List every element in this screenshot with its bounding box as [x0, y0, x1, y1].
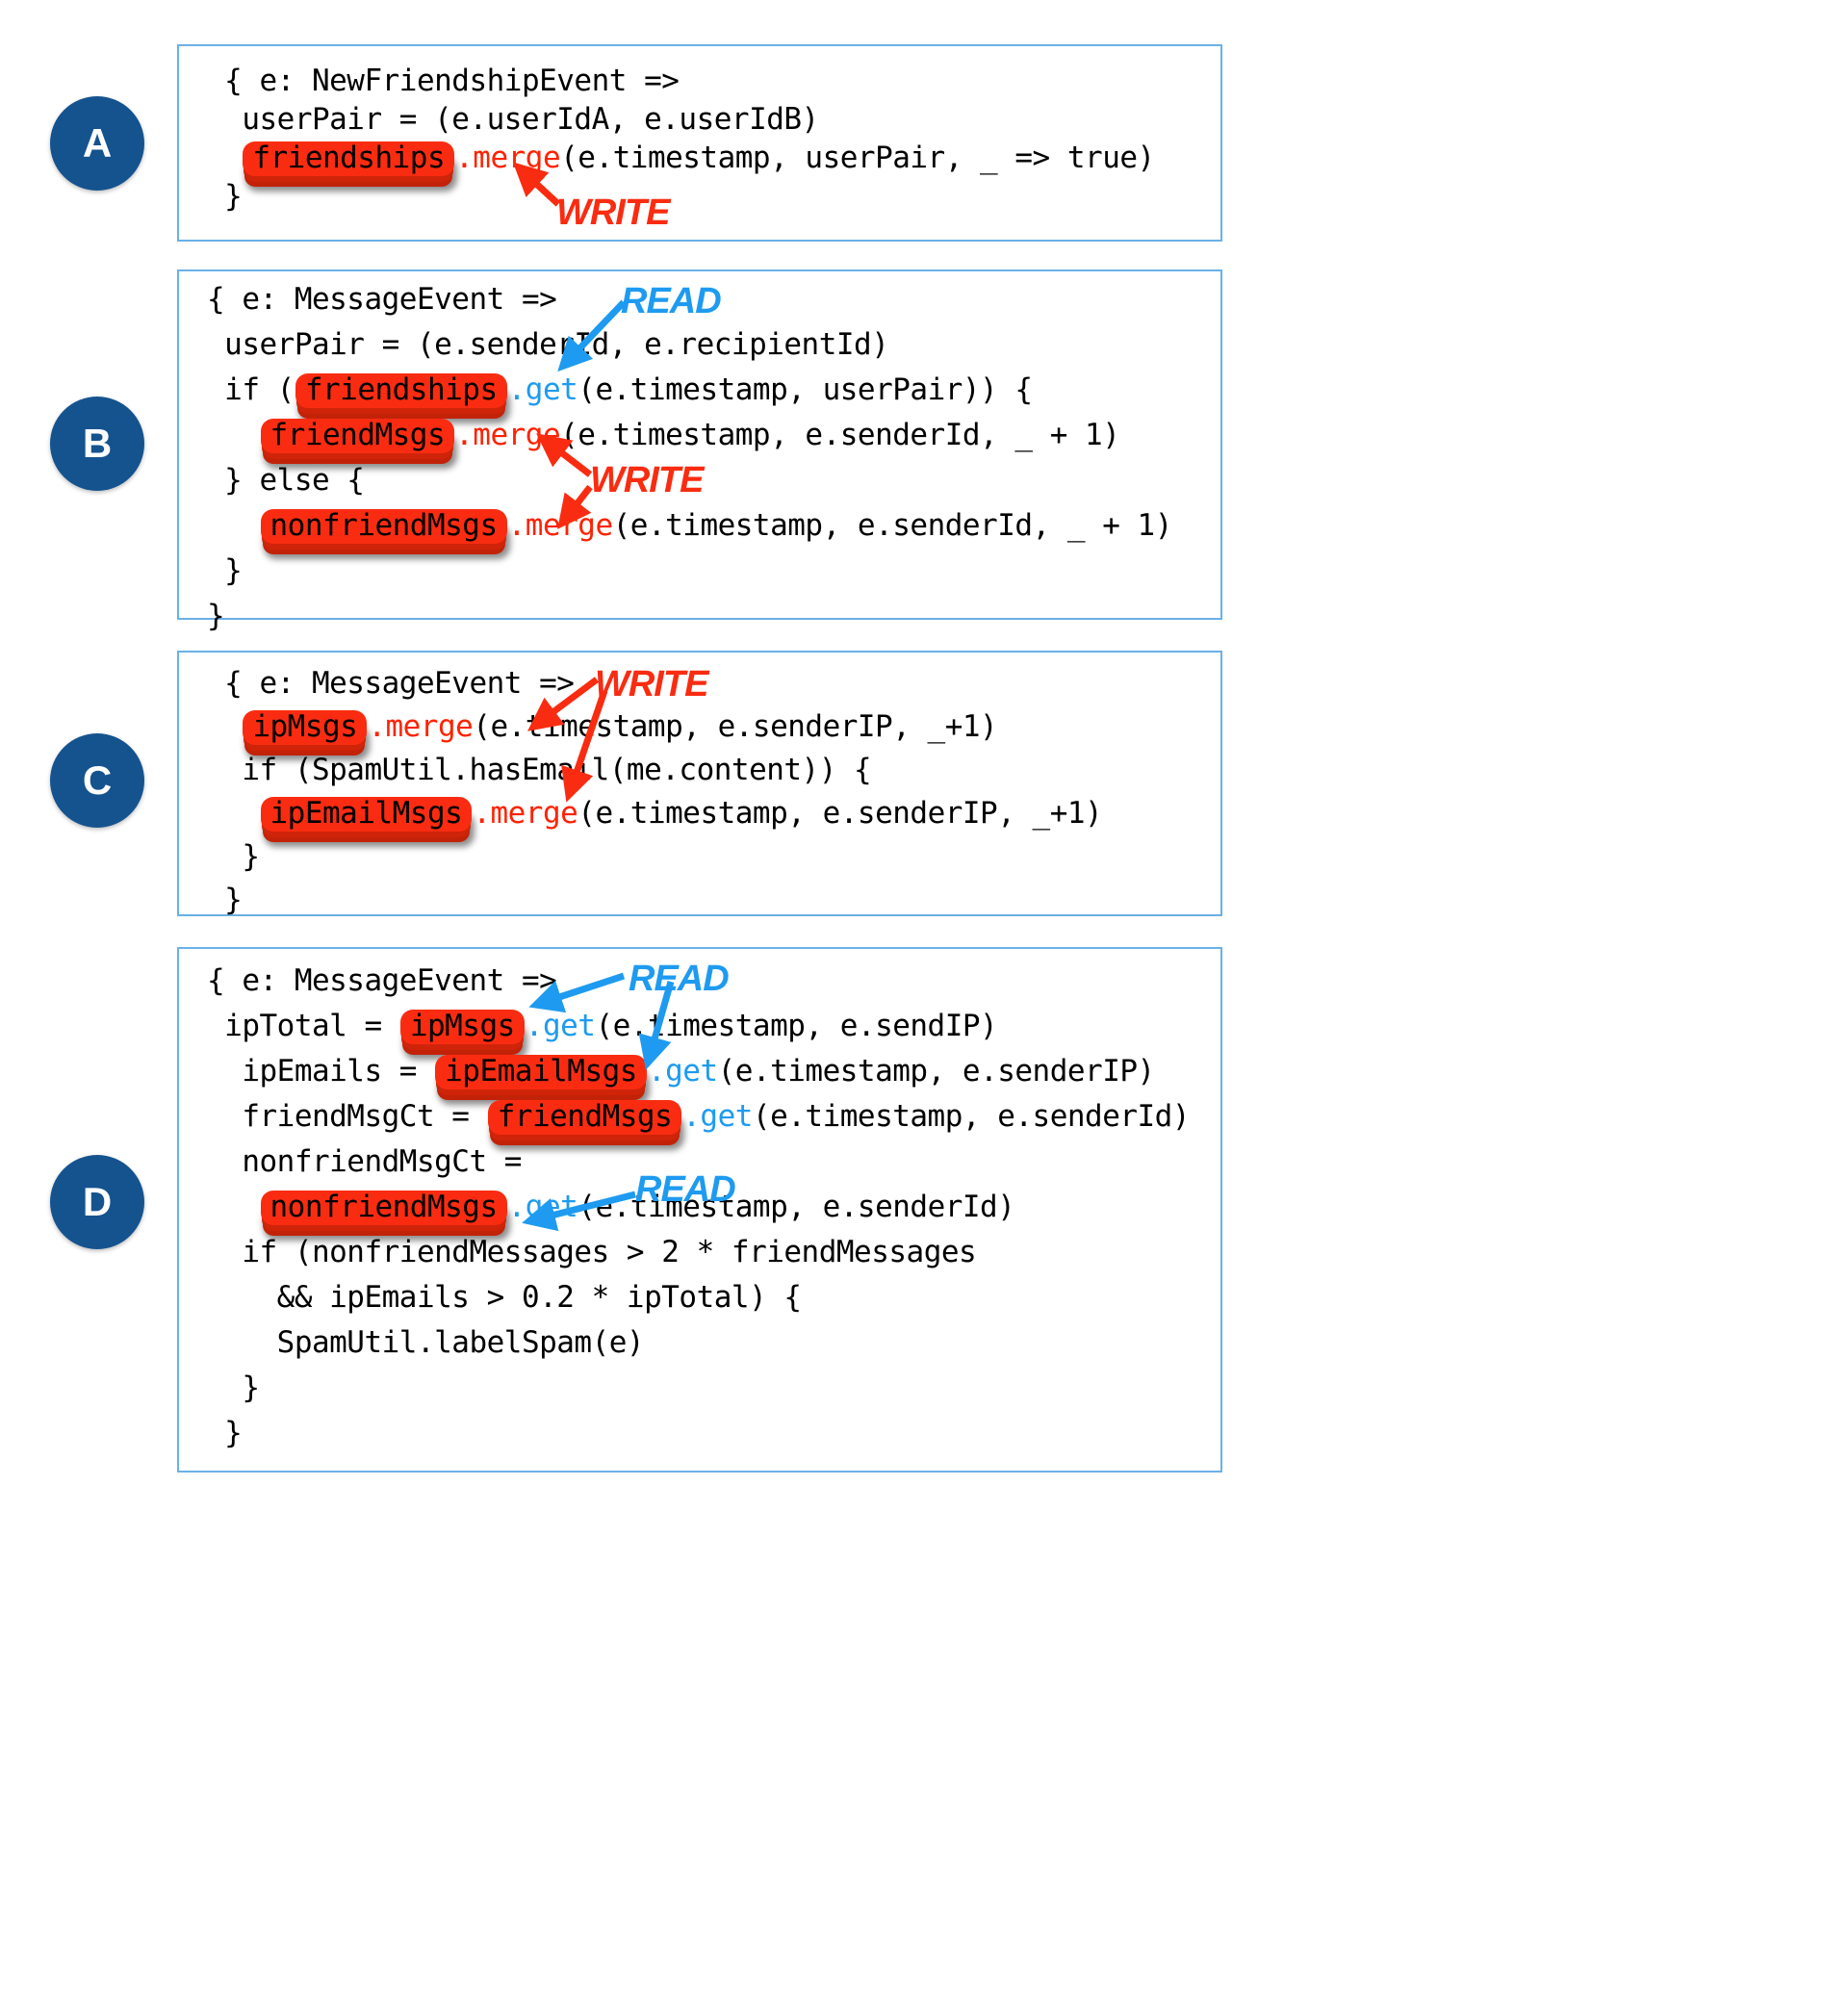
code-text: { e: NewFriendshipEvent =>	[207, 64, 680, 98]
code-line: nonfriendMsgs .merge(e.timestamp, e.sende…	[207, 503, 1172, 549]
store-pill-friendmsgs: friendMsgs	[260, 419, 455, 453]
store-pill-nonfriendmsgs: nonfriendMsgs	[260, 509, 507, 544]
code-text: if (	[207, 372, 295, 407]
annotation-b-write: WRITE	[590, 460, 704, 500]
code-line: }	[207, 1411, 1190, 1456]
code-text: SpamUtil.labelSpam(e)	[207, 1325, 645, 1360]
code-text: }	[207, 1370, 260, 1405]
annotation-d-read-top: READ	[629, 959, 730, 999]
code-text: if (SpamUtil.hasEmail(me.content)) {	[207, 753, 872, 787]
code-text: { e: MessageEvent =>	[207, 666, 575, 701]
store-pill-friendships: friendships	[243, 141, 455, 176]
code-text: (e.timestamp, e.senderIP)	[717, 1054, 1156, 1089]
code-line: userPair = (e.userIdA, e.userIdB)	[207, 100, 1155, 139]
merge-call: .merge	[507, 508, 613, 543]
badge-b-label: B	[82, 421, 113, 466]
code-line: }	[207, 177, 1155, 216]
code-line: }	[207, 549, 1172, 594]
code-line: friendMsgs .merge(e.timestamp, e.senderId…	[207, 413, 1172, 458]
code-text: friendMsgCt =	[207, 1099, 487, 1134]
get-call: .get	[507, 1190, 578, 1224]
code-text: (e.timestamp, userPair, _ => true)	[560, 141, 1155, 175]
store-pill-friendships: friendships	[295, 373, 507, 408]
store-pill-ipemailmsgs: ipEmailMsgs	[435, 1055, 647, 1089]
code-line: ipMsgs .merge(e.timestamp, e.senderIP, _+…	[207, 705, 1102, 749]
code-text: (e.timestamp, e.senderIP, _+1)	[473, 709, 998, 744]
code-a: { e: NewFriendshipEvent => userPair = (e…	[207, 62, 1155, 216]
code-line: if (SpamUtil.hasEmail(me.content)) {	[207, 749, 1102, 792]
code-text: userPair = (e.userIdA, e.userIdB)	[207, 102, 819, 137]
badge-b: B	[50, 397, 144, 491]
code-line: }	[207, 835, 1102, 879]
code-line: && ipEmails > 0.2 * ipTotal) {	[207, 1275, 1190, 1320]
code-line: { e: NewFriendshipEvent =>	[207, 62, 1155, 100]
code-text: { e: MessageEvent =>	[207, 963, 557, 998]
annotation-c-write: WRITE	[595, 664, 708, 704]
merge-call: .merge	[473, 796, 578, 831]
code-text: (e.timestamp, e.senderIP, _+1)	[578, 796, 1103, 831]
store-pill-ipemailmsgs: ipEmailMsgs	[260, 797, 473, 832]
code-text: nonfriendMsgCt =	[207, 1144, 522, 1179]
merge-call: .merge	[455, 418, 561, 452]
annotation-d-read-bottom: READ	[635, 1169, 736, 1210]
badge-d: D	[50, 1155, 144, 1249]
code-line: }	[207, 879, 1102, 922]
store-pill-ipmsgs: ipMsgs	[243, 710, 368, 745]
badge-c: C	[50, 733, 144, 828]
code-text: }	[207, 839, 260, 874]
store-pill-nonfriendmsgs: nonfriendMsgs	[260, 1191, 507, 1225]
code-text: if (nonfriendMessages > 2 * friendMessag…	[207, 1235, 977, 1269]
badge-a-label: A	[82, 120, 113, 166]
code-text: userPair = (e.senderId, e.recipientId)	[207, 327, 889, 362]
code-line: SpamUtil.labelSpam(e)	[207, 1320, 1190, 1366]
get-call: .get	[525, 1009, 596, 1043]
code-line: friendMsgCt = friendMsgs .get(e.timestamp…	[207, 1094, 1191, 1140]
code-line: ipEmailMsgs .merge(e.timestamp, e.senderI…	[207, 792, 1103, 835]
code-text: (e.timestamp, e.sendIP)	[595, 1009, 998, 1043]
code-text: && ipEmails > 0.2 * ipTotal) {	[207, 1280, 802, 1315]
store-pill-friendmsgs: friendMsgs	[487, 1100, 682, 1135]
code-line: if (nonfriendMessages > 2 * friendMessag…	[207, 1230, 1190, 1275]
annotation-a-write: WRITE	[556, 192, 670, 233]
code-text: (e.timestamp, e.senderId, _ + 1)	[612, 508, 1173, 543]
code-text: }	[207, 599, 225, 633]
code-line: userPair = (e.senderId, e.recipientId)	[207, 322, 1172, 368]
code-text: { e: MessageEvent =>	[207, 282, 557, 317]
code-text: (e.timestamp, e.senderId, _ + 1)	[560, 418, 1120, 452]
code-line: }	[207, 594, 1172, 639]
code-line: ipEmails = ipEmailMsgs .get(e.timestamp, …	[207, 1049, 1190, 1094]
code-text: }	[207, 179, 243, 214]
store-pill-ipmsgs: ipMsgs	[399, 1010, 525, 1044]
annotation-b-read: READ	[621, 281, 722, 321]
figure-root: A { e: NewFriendshipEvent => userPair = …	[0, 0, 1848, 1998]
code-text: (e.timestamp, e.senderId)	[752, 1099, 1191, 1134]
badge-a: A	[50, 96, 144, 191]
code-line: }	[207, 1366, 1190, 1411]
code-b: { e: MessageEvent => userPair = (e.sende…	[207, 277, 1172, 639]
get-call: .get	[507, 372, 578, 407]
code-text: } else {	[207, 463, 365, 498]
badge-d-label: D	[82, 1179, 113, 1224]
badge-c-label: C	[82, 757, 113, 803]
merge-call: .merge	[368, 709, 474, 744]
code-line: if (friendships .get(e.timestamp, userPai…	[207, 368, 1172, 413]
get-call: .get	[647, 1054, 718, 1089]
code-text: (e.timestamp, userPair)) {	[578, 372, 1033, 407]
merge-call: .merge	[455, 141, 561, 175]
code-line: friendships .merge(e.timestamp, userPair,…	[207, 139, 1155, 177]
code-text: ipEmails =	[207, 1054, 435, 1089]
code-text: }	[207, 883, 243, 917]
get-call: .get	[682, 1099, 753, 1134]
code-text: }	[207, 1416, 243, 1450]
code-line: ipTotal = ipMsgs .get(e.timestamp, e.send…	[207, 1004, 1190, 1049]
code-text: ipTotal =	[207, 1009, 399, 1043]
code-text: }	[207, 553, 243, 588]
